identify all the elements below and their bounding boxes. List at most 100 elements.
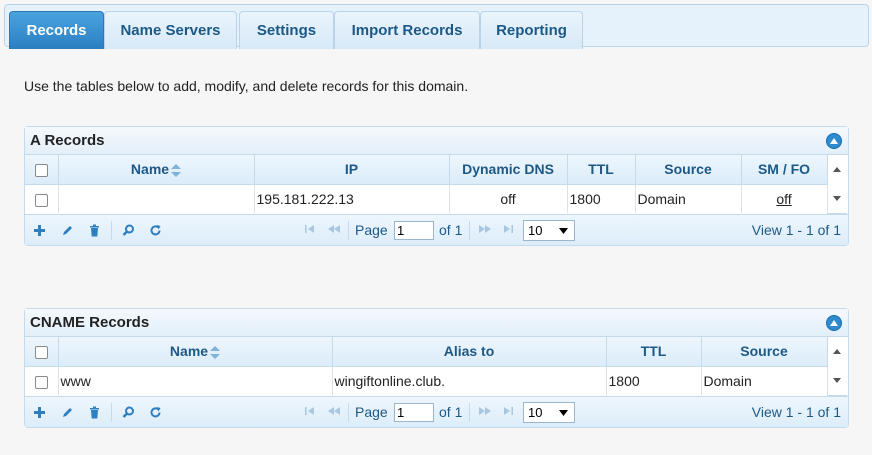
vertical-scrollbar[interactable] (827, 337, 847, 396)
cell-sm-fo: off (741, 184, 828, 213)
toolbar-separator (111, 402, 112, 422)
table-header-row: Name IP Dynamic DNS TTL Source SM / FO (25, 155, 847, 214)
first-page-icon[interactable] (304, 224, 316, 234)
column-header-name[interactable]: Name (58, 337, 333, 367)
cell-name: www (58, 366, 333, 395)
tab-import-records[interactable]: Import Records (334, 11, 480, 49)
select-all-header (25, 155, 59, 185)
cname-records-title: CNAME Records (30, 314, 150, 331)
row-select-cell (25, 366, 59, 395)
delete-icon[interactable] (87, 405, 102, 420)
column-label: Name (169, 343, 209, 360)
cell-dynamic-dns: off (449, 184, 568, 213)
a-records-panel: A Records Name IP Dynamic DNS TTL Source… (24, 126, 849, 246)
cell-source: Domain (635, 184, 742, 213)
column-label: Name (130, 161, 170, 178)
search-icon[interactable] (121, 223, 136, 238)
column-header-alias-to[interactable]: Alias to (332, 337, 607, 367)
pager-separator (348, 402, 349, 422)
column-header-ip[interactable]: IP (254, 155, 450, 185)
sort-icon[interactable] (210, 346, 221, 360)
a-records-title: A Records (30, 132, 105, 149)
page-label: Page (355, 221, 388, 238)
column-header-ttl[interactable]: TTL (606, 337, 702, 367)
tab-reporting[interactable]: Reporting (480, 11, 583, 49)
intro-text: Use the tables below to add, modify, and… (24, 78, 469, 94)
view-records-info: View 1 - 1 of 1 (751, 221, 841, 238)
view-records-info: View 1 - 1 of 1 (751, 403, 841, 420)
cell-ttl: 1800 (606, 366, 702, 395)
page-count-label: of 1 (439, 221, 463, 238)
refresh-icon[interactable] (148, 405, 163, 420)
tab-name-servers[interactable]: Name Servers (104, 11, 237, 49)
tab-settings[interactable]: Settings (239, 11, 334, 49)
delete-icon[interactable] (87, 223, 102, 238)
chevron-down-icon (559, 409, 568, 416)
column-header-ttl[interactable]: TTL (567, 155, 636, 185)
rows-per-page-value: 10 (528, 404, 543, 420)
table-header-row: Name Alias to TTL Source (25, 337, 847, 396)
grid-footer: Page of 1 10 View 1 - 1 of 1 (25, 395, 848, 427)
cell-name (58, 184, 255, 213)
scroll-up-icon[interactable] (833, 348, 842, 354)
last-page-icon[interactable] (502, 406, 514, 416)
cname-records-table: Name Alias to TTL Source www wingiftonli… (25, 337, 847, 396)
sm-fo-link[interactable]: off (776, 191, 791, 207)
add-icon[interactable] (32, 223, 47, 238)
cell-alias: wingiftonline.club. (332, 366, 607, 395)
search-icon[interactable] (121, 405, 136, 420)
pager-separator (469, 402, 470, 422)
pager-separator (469, 220, 470, 240)
panel-title: CNAME Records (25, 309, 848, 337)
scroll-down-icon[interactable] (833, 195, 842, 201)
chevron-down-icon (559, 227, 568, 234)
rows-per-page-value: 10 (528, 222, 543, 238)
edit-icon[interactable] (60, 223, 75, 238)
add-icon[interactable] (32, 405, 47, 420)
rows-per-page-select[interactable]: 10 (523, 401, 575, 423)
prev-page-icon[interactable] (327, 224, 341, 234)
select-all-checkbox[interactable] (34, 164, 48, 178)
row-checkbox[interactable] (34, 375, 48, 389)
page-number-input[interactable] (394, 220, 434, 240)
tab-bar: Records Name Servers Settings Import Rec… (4, 4, 869, 49)
page-count-label: of 1 (439, 403, 463, 420)
next-page-icon[interactable] (478, 224, 492, 234)
column-header-sm-fo[interactable]: SM / FO (741, 155, 828, 185)
pager-separator (348, 220, 349, 240)
tab-records[interactable]: Records (9, 11, 104, 49)
refresh-icon[interactable] (148, 223, 163, 238)
panel-title: A Records (25, 127, 848, 155)
edit-icon[interactable] (60, 405, 75, 420)
select-all-checkbox[interactable] (34, 346, 48, 360)
cell-ip: 195.181.222.13 (254, 184, 450, 213)
row-checkbox[interactable] (34, 193, 48, 207)
last-page-icon[interactable] (502, 224, 514, 234)
toolbar-separator (111, 220, 112, 240)
column-header-name[interactable]: Name (58, 155, 255, 185)
scroll-up-icon[interactable] (833, 166, 842, 172)
cname-records-panel: CNAME Records Name Alias to TTL Source w (24, 308, 849, 428)
scroll-down-icon[interactable] (833, 377, 842, 383)
collapse-icon[interactable] (826, 315, 842, 331)
page-label: Page (355, 403, 388, 420)
sort-icon[interactable] (171, 164, 182, 178)
column-header-dynamic-dns[interactable]: Dynamic DNS (449, 155, 568, 185)
next-page-icon[interactable] (478, 406, 492, 416)
select-all-header (25, 337, 59, 367)
cell-source: Domain (701, 366, 828, 395)
column-header-source[interactable]: Source (701, 337, 828, 367)
first-page-icon[interactable] (304, 406, 316, 416)
grid-footer: Page of 1 10 View 1 - 1 of 1 (25, 213, 848, 245)
table-row[interactable]: 195.181.222.13 off 1800 Domain off (25, 184, 847, 213)
a-records-table: Name IP Dynamic DNS TTL Source SM / FO 1… (25, 155, 847, 214)
collapse-icon[interactable] (826, 133, 842, 149)
page-number-input[interactable] (394, 402, 434, 422)
cell-ttl: 1800 (567, 184, 636, 213)
row-select-cell (25, 184, 59, 213)
table-row[interactable]: www wingiftonline.club. 1800 Domain (25, 366, 847, 395)
prev-page-icon[interactable] (327, 406, 341, 416)
column-header-source[interactable]: Source (635, 155, 742, 185)
rows-per-page-select[interactable]: 10 (523, 219, 575, 241)
vertical-scrollbar[interactable] (827, 155, 847, 214)
